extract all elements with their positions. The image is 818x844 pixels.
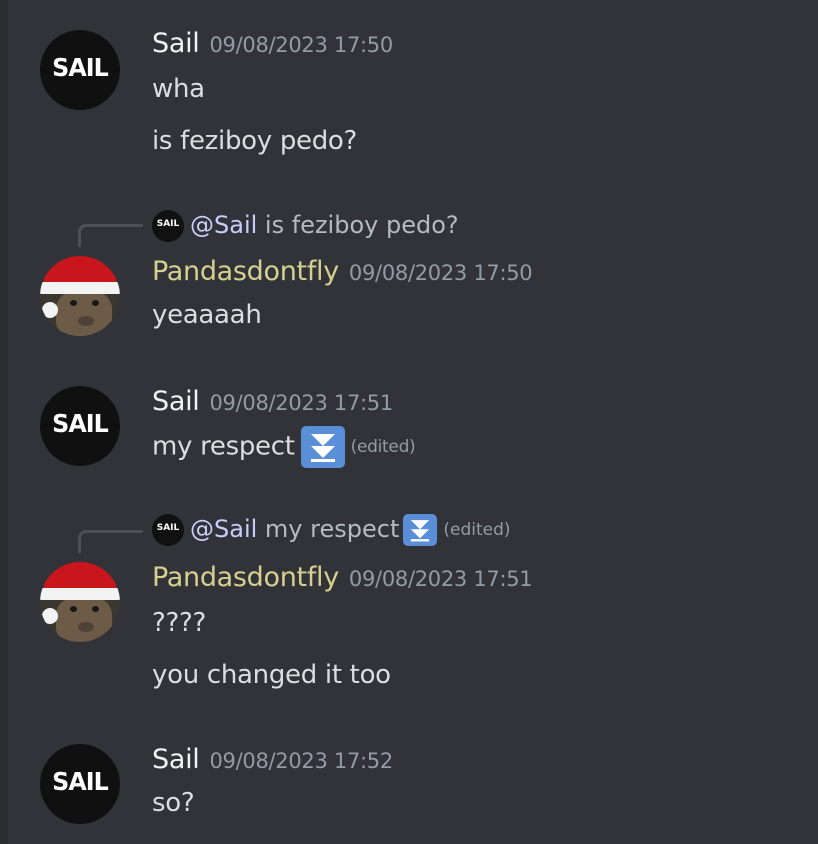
reply-spine bbox=[78, 224, 143, 247]
sail-logo: SAIL bbox=[52, 53, 109, 82]
reply-avatar: SAIL bbox=[152, 514, 184, 546]
message-header: Pandasdontfly 09/08/2023 17:50 bbox=[152, 256, 533, 287]
avatar[interactable] bbox=[40, 562, 120, 642]
avatar[interactable]: SAIL bbox=[40, 744, 120, 824]
avatar[interactable]: SAIL bbox=[40, 386, 120, 466]
message-text: so? bbox=[152, 788, 195, 818]
avatar[interactable] bbox=[40, 256, 120, 336]
message-text: yeaaaah bbox=[152, 300, 262, 330]
reply-mention[interactable]: @Sail bbox=[190, 211, 257, 239]
timestamp: 09/08/2023 17:50 bbox=[348, 261, 533, 285]
message-header: Sail 09/08/2023 17:52 bbox=[152, 744, 393, 775]
double-down-arrow-icon bbox=[403, 514, 438, 546]
timestamp: 09/08/2023 17:51 bbox=[348, 567, 533, 591]
reply-spine bbox=[78, 530, 143, 553]
left-gutter bbox=[0, 0, 8, 844]
reply-text: is feziboy pedo? bbox=[264, 211, 459, 239]
username[interactable]: Sail bbox=[152, 744, 200, 775]
edited-label: (edited) bbox=[350, 437, 416, 457]
reply-text: my respect bbox=[264, 515, 400, 543]
message-text: wha bbox=[152, 74, 205, 104]
message-text: you changed it too bbox=[152, 660, 391, 690]
timestamp: 09/08/2023 17:52 bbox=[209, 749, 394, 773]
avatar[interactable]: · SAIL bbox=[40, 30, 120, 110]
username[interactable]: Sail bbox=[152, 386, 200, 417]
timestamp: 09/08/2023 17:50 bbox=[209, 33, 394, 57]
sail-logo: SAIL bbox=[52, 767, 109, 796]
timestamp: 09/08/2023 17:51 bbox=[209, 391, 394, 415]
message-text-row: my respect (edited) bbox=[152, 426, 416, 468]
message-header: Sail 09/08/2023 17:51 bbox=[152, 386, 393, 417]
reply-preview[interactable]: SAIL @Sail my respect (edited) bbox=[152, 514, 511, 546]
reply-mention[interactable]: @Sail bbox=[190, 515, 257, 543]
message-header: Pandasdontfly 09/08/2023 17:51 bbox=[152, 562, 533, 593]
message-text: ???? bbox=[152, 608, 206, 638]
username[interactable]: Pandasdontfly bbox=[152, 256, 339, 287]
message-text: is feziboy pedo? bbox=[152, 126, 358, 156]
double-down-arrow-icon[interactable] bbox=[300, 426, 345, 468]
sail-logo: SAIL bbox=[52, 409, 109, 438]
message-header: Sail 09/08/2023 17:50 bbox=[152, 28, 393, 59]
reply-preview[interactable]: SAIL @Sail is feziboy pedo? bbox=[152, 210, 459, 242]
edited-label: (edited) bbox=[443, 520, 511, 540]
reply-avatar: SAIL bbox=[152, 210, 184, 242]
username[interactable]: Pandasdontfly bbox=[152, 562, 339, 593]
message-text: my respect bbox=[152, 431, 295, 462]
username[interactable]: Sail bbox=[152, 28, 200, 59]
